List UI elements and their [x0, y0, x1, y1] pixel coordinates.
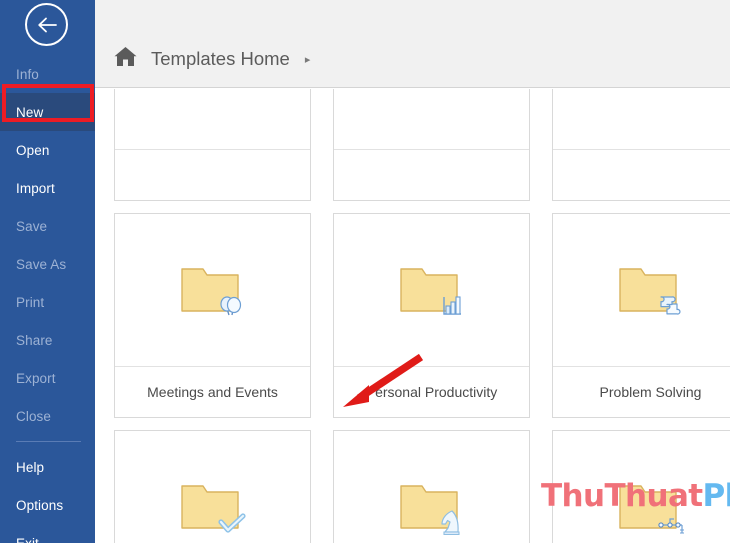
template-card-meetings-and-events[interactable]: Meetings and Events [114, 213, 311, 418]
card-label [553, 149, 730, 200]
back-arrow-icon [36, 16, 58, 34]
templates-header: Templates Home ▸ [95, 0, 730, 88]
sidebar-item-label: Exit [16, 535, 39, 543]
sidebar-item-label: Close [16, 408, 52, 424]
sidebar-item-label: Save [16, 218, 48, 234]
templates-pane: Templates Home ▸ Meetings and Events Per… [95, 0, 730, 543]
sidebar-item-label: Export [16, 370, 56, 386]
chevron-right-icon[interactable]: ▸ [305, 53, 311, 66]
sidebar-item-label: Print [16, 294, 45, 310]
sidebar-item-close[interactable]: Close [0, 397, 95, 435]
folder-icon [395, 259, 469, 321]
template-card-partial[interactable] [114, 89, 311, 201]
card-thumbnail [553, 214, 730, 366]
sidebar-item-label: Save As [16, 256, 67, 272]
home-icon[interactable] [113, 45, 138, 73]
template-card-personal-productivity[interactable]: Personal Productivity [333, 213, 530, 418]
sidebar-item-help[interactable]: Help [0, 448, 95, 486]
templates-grid: Meetings and Events Personal Productivit… [114, 89, 730, 543]
folder-icon [614, 476, 688, 538]
card-thumbnail [553, 431, 730, 543]
balloons-icon [219, 296, 241, 316]
card-thumbnail [115, 431, 310, 543]
sidebar-item-label: Options [16, 497, 64, 513]
template-card-project-management[interactable]: Project Management [114, 430, 311, 543]
sidebar-item-open[interactable]: Open [0, 131, 95, 169]
backstage-sidebar: Info New Open Import Save Save As Print … [0, 0, 95, 543]
sidebar-item-label: Share [16, 332, 53, 348]
card-label [334, 149, 529, 200]
sidebar-item-info[interactable]: Info [0, 55, 95, 93]
template-card-problem-solving[interactable]: Problem Solving [552, 213, 730, 418]
folder-icon [395, 476, 469, 538]
card-label [115, 149, 310, 200]
sidebar-item-label: New [16, 104, 44, 120]
sidebar-divider [16, 441, 81, 442]
sidebar-item-label: Import [16, 180, 55, 196]
sidebar-item-label: Info [16, 66, 39, 82]
template-card-partial[interactable] [552, 89, 730, 201]
card-thumbnail [334, 431, 529, 543]
card-label: Personal Productivity [334, 366, 529, 417]
card-label: Problem Solving [553, 366, 730, 417]
backstage-nav: Info New Open Import Save Save As Print … [0, 55, 95, 543]
card-label: Meetings and Events [115, 366, 310, 417]
card-thumbnail [334, 89, 529, 149]
back-button[interactable] [25, 3, 68, 46]
card-thumbnail [553, 89, 730, 149]
sidebar-item-save[interactable]: Save [0, 207, 95, 245]
sidebar-item-exit[interactable]: Exit [0, 524, 95, 543]
sidebar-item-print[interactable]: Print [0, 283, 95, 321]
backstage-view: Info New Open Import Save Save As Print … [0, 0, 730, 543]
sidebar-item-share[interactable]: Share [0, 321, 95, 359]
card-thumbnail [334, 214, 529, 366]
sidebar-item-export[interactable]: Export [0, 359, 95, 397]
folder-icon [614, 259, 688, 321]
sidebar-item-import[interactable]: Import [0, 169, 95, 207]
template-card-timelines[interactable]: Timelines [552, 430, 730, 543]
sidebar-item-new[interactable]: New [0, 93, 95, 131]
sidebar-item-save-as[interactable]: Save As [0, 245, 95, 283]
template-card-strategic-planning[interactable]: Strategic Planning [333, 430, 530, 543]
sidebar-item-label: Help [16, 459, 45, 475]
templates-grid-scroll[interactable]: Meetings and Events Personal Productivit… [95, 89, 730, 543]
template-card-partial[interactable] [333, 89, 530, 201]
breadcrumb-text[interactable]: Templates Home [151, 48, 290, 70]
breadcrumb: Templates Home ▸ [113, 45, 310, 73]
sidebar-item-label: Open [16, 142, 50, 158]
folder-icon [176, 259, 250, 321]
card-thumbnail [115, 89, 310, 149]
sidebar-item-options[interactable]: Options [0, 486, 95, 524]
card-thumbnail [115, 214, 310, 366]
folder-icon [176, 476, 250, 538]
